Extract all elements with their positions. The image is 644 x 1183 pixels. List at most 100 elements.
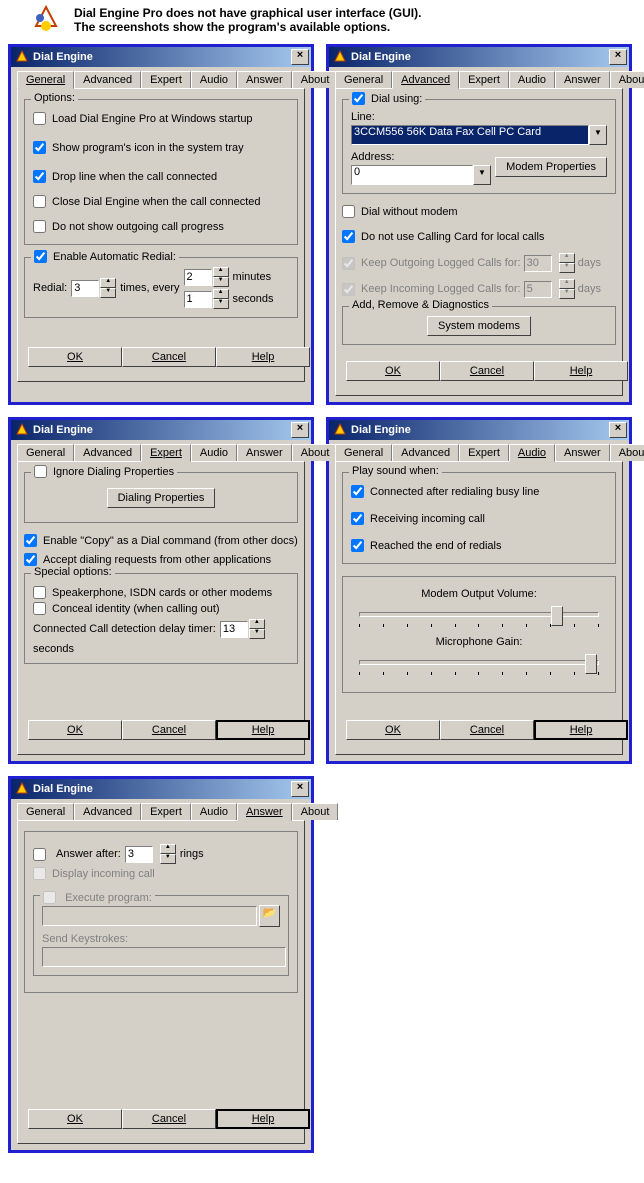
ok-button[interactable]: OK xyxy=(346,361,440,381)
rings-input[interactable] xyxy=(125,846,153,863)
chk-tray-icon[interactable] xyxy=(33,141,46,154)
tab-advanced[interactable]: Advanced xyxy=(74,444,141,461)
dialog-expert: Dial Engine × General Advanced Expert Au… xyxy=(8,417,314,764)
chk-without-modem[interactable] xyxy=(342,205,355,218)
app-icon xyxy=(333,50,347,64)
chk-execute-program xyxy=(43,891,56,904)
header-text: Dial Engine Pro does not have graphical … xyxy=(74,6,421,34)
tab-general[interactable]: General xyxy=(17,71,74,89)
program-path-input xyxy=(42,906,257,926)
tab-audio[interactable]: Audio xyxy=(191,444,237,461)
dialog-advanced: Dial Engine × General Advanced Expert Au… xyxy=(326,44,632,405)
ok-button[interactable]: OK xyxy=(28,1109,122,1129)
tab-answer[interactable]: Answer xyxy=(555,444,610,461)
tab-about[interactable]: About xyxy=(610,444,644,461)
ok-button[interactable]: OK xyxy=(28,347,122,367)
chk-enable-copy[interactable] xyxy=(24,534,37,547)
tab-audio[interactable]: Audio xyxy=(509,71,555,88)
redial-minutes[interactable] xyxy=(184,269,212,286)
chk-ignore-dialing[interactable] xyxy=(34,465,47,478)
redial-count[interactable] xyxy=(71,280,99,297)
help-button[interactable]: Help xyxy=(534,361,628,381)
tab-expert[interactable]: Expert xyxy=(141,803,191,820)
modem-volume-slider[interactable] xyxy=(359,604,599,624)
modem-properties-button[interactable]: Modem Properties xyxy=(495,157,607,177)
close-icon[interactable]: × xyxy=(609,49,627,65)
chk-no-calling-card[interactable] xyxy=(342,230,355,243)
redial-seconds[interactable] xyxy=(184,291,212,308)
tab-advanced[interactable]: Advanced xyxy=(74,803,141,820)
chk-dial-using[interactable] xyxy=(352,92,365,105)
tab-advanced[interactable]: Advanced xyxy=(74,71,141,88)
spin-up-icon[interactable]: ▲ xyxy=(100,278,116,288)
chk-sound-receiving[interactable] xyxy=(351,512,364,525)
tab-answer[interactable]: Answer xyxy=(237,444,292,461)
chevron-down-icon[interactable]: ▼ xyxy=(589,125,607,145)
ok-button[interactable]: OK xyxy=(346,720,440,740)
chk-drop-line[interactable] xyxy=(33,170,46,183)
address-combo[interactable]: 0 xyxy=(351,165,473,185)
chk-load-startup[interactable] xyxy=(33,112,46,125)
spin-down-icon[interactable]: ▼ xyxy=(100,288,116,298)
tab-expert[interactable]: Expert xyxy=(141,444,191,462)
app-icon xyxy=(15,782,29,796)
chk-close-on-connect[interactable] xyxy=(33,195,46,208)
close-icon[interactable]: × xyxy=(291,781,309,797)
chk-hide-progress[interactable] xyxy=(33,220,46,233)
app-icon xyxy=(15,423,29,437)
help-button[interactable]: Help xyxy=(216,1109,310,1129)
tab-general[interactable]: General xyxy=(335,71,392,88)
tab-answer[interactable]: Answer xyxy=(237,71,292,88)
chk-sound-connected[interactable] xyxy=(351,485,364,498)
tab-answer[interactable]: Answer xyxy=(237,803,292,821)
chk-keep-outgoing xyxy=(342,257,355,270)
tab-general[interactable]: General xyxy=(17,803,74,820)
tab-expert[interactable]: Expert xyxy=(459,71,509,88)
tab-about[interactable]: About xyxy=(610,71,644,88)
close-icon[interactable]: × xyxy=(291,49,309,65)
tab-about[interactable]: About xyxy=(292,803,339,820)
tab-audio[interactable]: Audio xyxy=(191,803,237,820)
tab-audio[interactable]: Audio xyxy=(191,71,237,88)
tab-advanced[interactable]: Advanced xyxy=(392,444,459,461)
chk-speakerphone[interactable] xyxy=(33,586,46,599)
chevron-down-icon[interactable]: ▼ xyxy=(473,165,491,185)
chk-enable-redial[interactable] xyxy=(34,250,47,263)
chk-answer-after[interactable] xyxy=(33,848,46,861)
help-button[interactable]: Help xyxy=(216,720,310,740)
chk-sound-reached[interactable] xyxy=(351,539,364,552)
tab-expert[interactable]: Expert xyxy=(141,71,191,88)
tab-answer[interactable]: Answer xyxy=(555,71,610,88)
tab-advanced[interactable]: Advanced xyxy=(392,71,459,89)
help-button[interactable]: Help xyxy=(534,720,628,740)
ok-button[interactable]: OK xyxy=(28,720,122,740)
cancel-button[interactable]: Cancel xyxy=(122,347,216,367)
options-group: Options: xyxy=(31,92,78,104)
tab-general[interactable]: General xyxy=(17,444,74,461)
cancel-button[interactable]: Cancel xyxy=(122,1109,216,1129)
dialog-general: Dial Engine × General Advanced Expert Au… xyxy=(8,44,314,405)
delay-timer[interactable] xyxy=(220,621,248,638)
tab-about[interactable]: About xyxy=(292,71,339,88)
tab-about[interactable]: About xyxy=(292,444,339,461)
mic-gain-slider[interactable] xyxy=(359,652,599,672)
dialog-answer: Dial Engine × General Advanced Expert Au… xyxy=(8,776,314,1153)
chk-accept-requests[interactable] xyxy=(24,553,37,566)
close-icon[interactable]: × xyxy=(609,422,627,438)
dialing-properties-button[interactable]: Dialing Properties xyxy=(107,488,216,508)
chk-conceal[interactable] xyxy=(33,602,46,615)
help-button[interactable]: Help xyxy=(216,347,310,367)
app-logo-icon xyxy=(30,4,62,36)
close-icon[interactable]: × xyxy=(291,422,309,438)
dialog-audio: Dial Engine × General Advanced Expert Au… xyxy=(326,417,632,764)
tab-audio[interactable]: Audio xyxy=(509,444,555,462)
chk-display-incoming xyxy=(33,867,46,880)
system-modems-button[interactable]: System modems xyxy=(427,316,531,336)
cancel-button[interactable]: Cancel xyxy=(440,361,534,381)
chk-keep-incoming xyxy=(342,283,355,296)
tab-general[interactable]: General xyxy=(335,444,392,461)
cancel-button[interactable]: Cancel xyxy=(122,720,216,740)
tab-expert[interactable]: Expert xyxy=(459,444,509,461)
line-combo[interactable]: 3CCM556 56K Data Fax Cell PC Card xyxy=(351,125,589,145)
cancel-button[interactable]: Cancel xyxy=(440,720,534,740)
